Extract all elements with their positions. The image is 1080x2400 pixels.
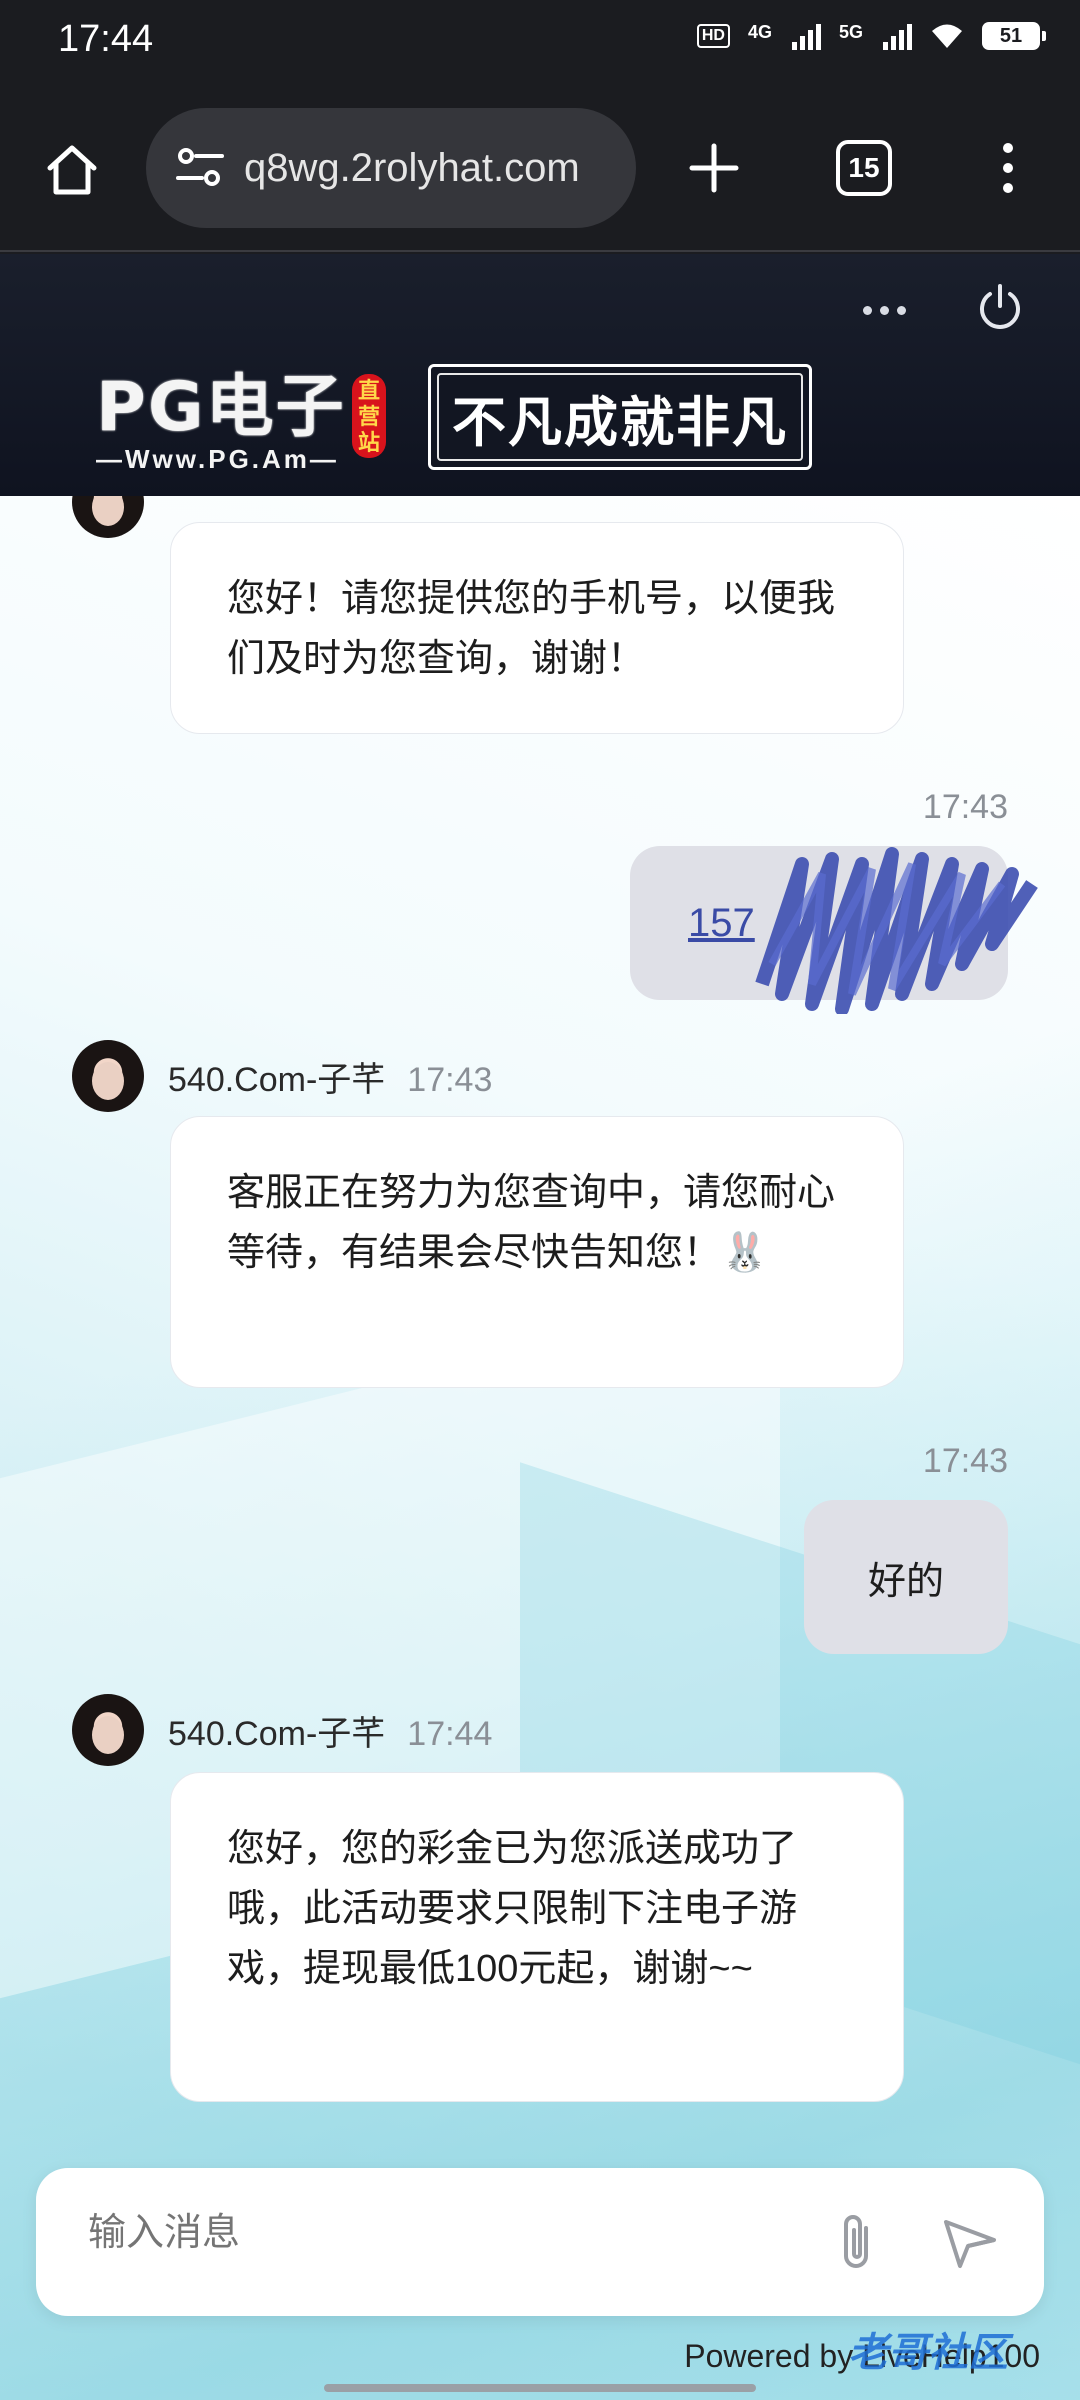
status-icons: HD 4G 5G 51: [696, 22, 1046, 50]
status-time: 17:44: [58, 18, 154, 60]
browser-menu-button[interactable]: [984, 130, 1032, 206]
logo-url: —Www.PG.Am—: [96, 444, 339, 474]
logo-text: PG电子: [96, 368, 346, 447]
new-tab-button[interactable]: [676, 130, 752, 206]
power-icon: [980, 284, 1020, 329]
sender-name: 540.Com-子芊: [168, 1715, 386, 1753]
more-vert-icon: [1003, 143, 1013, 153]
end-chat-button[interactable]: [972, 280, 1028, 336]
message-bubble-user: 157: [630, 846, 1038, 1014]
sender-line: 540.Com-子芊 17:43: [168, 1052, 492, 1101]
message-input[interactable]: [88, 2212, 788, 2255]
agent-avatar: [72, 1040, 144, 1112]
message-text: 客服正在努力为您查询中，请您耐心等待，有结果会尽快告知您！🐰: [227, 1172, 836, 1274]
slogan-banner: 不凡成就非凡: [428, 364, 812, 470]
site-settings-button[interactable]: [168, 136, 232, 200]
message-text: 您好！请您提供您的手机号，以便我们及时为您查询，谢谢！: [227, 578, 836, 680]
more-horiz-icon: [862, 305, 872, 315]
send-button[interactable]: [936, 2208, 1004, 2276]
home-button[interactable]: [36, 134, 108, 206]
agent-avatar: [72, 496, 144, 538]
battery-icon: 51: [982, 22, 1046, 50]
home-icon: [47, 145, 97, 195]
agent-avatar: [72, 1694, 144, 1766]
sender-time: 17:43: [407, 1061, 493, 1099]
network-4g-label: 4G: [747, 22, 772, 42]
signal-1-icon: [791, 22, 821, 50]
signal-2-icon: [883, 22, 912, 50]
send-icon: [944, 2220, 996, 2268]
slogan-text: 不凡成就非凡: [452, 389, 788, 454]
browser-toolbar: q8wg.2rolyhat.com 15: [0, 84, 1080, 252]
redaction-scribble: [755, 847, 1038, 1014]
plus-icon: [689, 143, 739, 193]
network-5g-label: 5G: [838, 22, 863, 42]
message-time: 17:43: [922, 1442, 1008, 1480]
hd-voice-icon: HD: [696, 24, 730, 48]
wifi-icon: [932, 24, 962, 48]
status-bar: 17:44 HD 4G 5G 51: [0, 0, 1080, 84]
message-bubble-agent: 您好！请您提供您的手机号，以便我们及时为您查询，谢谢！: [170, 522, 904, 734]
chat-area[interactable]: 您好！请您提供您的手机号，以便我们及时为您查询，谢谢！ 17:43 157 54…: [0, 496, 1080, 2400]
gesture-navigation-bar[interactable]: [324, 2384, 756, 2392]
watermark-logo: 老哥社区: [848, 2331, 1008, 2375]
address-bar[interactable]: q8wg.2rolyhat.com: [146, 108, 636, 228]
url-text[interactable]: q8wg.2rolyhat.com: [244, 108, 580, 228]
message-bubble-agent: 您好，您的彩金已为您派送成功了哦，此活动要求只限制下注电子游戏，提现最低100元…: [170, 1772, 904, 2102]
more-options-button[interactable]: [856, 298, 912, 322]
sender-name: 540.Com-子芊: [168, 1061, 386, 1099]
attach-button[interactable]: [822, 2208, 890, 2276]
message-time: 17:43: [922, 788, 1008, 826]
tune-icon: [176, 148, 224, 186]
brand-logo: PG电子 直营站 —Www.PG.Am—: [96, 368, 386, 474]
sender-line: 540.Com-子芊 17:44: [168, 1706, 492, 1755]
site-header: PG电子 直营站 —Www.PG.Am— 不凡成就非凡: [0, 254, 1080, 496]
message-text: 您好，您的彩金已为您派送成功了哦，此活动要求只限制下注电子游戏，提现最低100元…: [227, 1828, 798, 1990]
logo-badge: 直营站: [352, 374, 386, 458]
message-bubble-user: 好的: [804, 1500, 1008, 1654]
message-text: 好的: [867, 1560, 944, 1603]
message-bubble-agent: 客服正在努力为您查询中，请您耐心等待，有结果会尽快告知您！🐰: [170, 1116, 904, 1388]
message-input-bar: [36, 2168, 1044, 2316]
tab-switcher-button[interactable]: 15: [836, 140, 892, 196]
sender-time: 17:44: [407, 1715, 493, 1753]
paperclip-icon: [844, 2215, 868, 2268]
